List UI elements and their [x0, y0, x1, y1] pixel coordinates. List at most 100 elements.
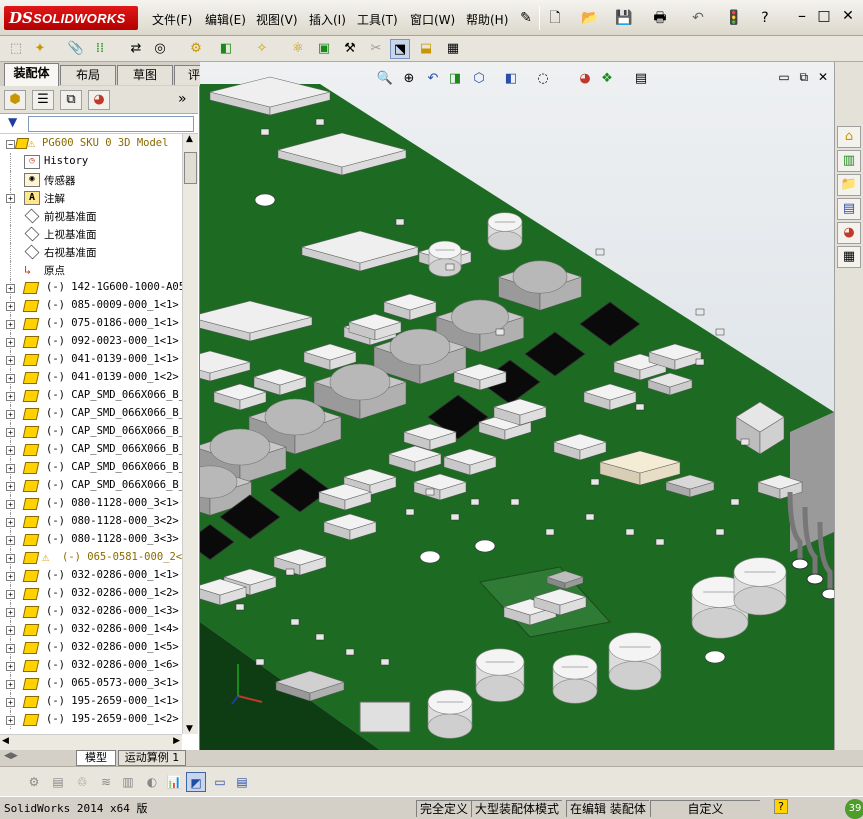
apply-scene-icon[interactable]: ❖: [598, 70, 616, 88]
scroll-down-icon[interactable]: ▼: [186, 724, 193, 734]
units-custom-status[interactable]: 自定义: [650, 800, 760, 817]
tree-item[interactable]: + (-) 080-1128-000_3<3> (: [0, 531, 182, 549]
single-view-icon[interactable]: ▭: [210, 772, 230, 792]
tab-sketch[interactable]: 草图: [117, 65, 173, 85]
viewport-close-icon[interactable]: ✕: [818, 70, 828, 84]
interference-detection-icon[interactable]: ✂: [366, 39, 386, 59]
tree-item[interactable]: + (-) 195-2659-000_1<2> (: [0, 711, 182, 729]
exploded-view-icon[interactable]: ▣: [314, 39, 334, 59]
tab-motion-study[interactable]: 运动算例 1: [118, 750, 186, 766]
tree-item[interactable]: + (-) 032-0286-000_1<2> (: [0, 585, 182, 603]
open-folder-icon[interactable]: 📂: [580, 8, 600, 28]
tree-item[interactable]: + ⚠ (-) 065-0581-000_2<1: [0, 549, 182, 567]
view-3d-icon[interactable]: ◩: [186, 772, 206, 792]
tree-item[interactable]: + (-) CAP_SMD_066X066_B_6: [0, 423, 182, 441]
tree-vertical-scrollbar[interactable]: ▲ ▼: [182, 134, 198, 734]
tree-item[interactable]: ◉ 传感器: [0, 171, 182, 189]
tree-item[interactable]: ◷ History: [0, 153, 182, 171]
property-manager-icon[interactable]: ☰: [32, 90, 54, 110]
results-plot-icon[interactable]: ◐: [142, 772, 162, 792]
tree-item[interactable]: + (-) 032-0286-000_1<5> (: [0, 639, 182, 657]
tree-item[interactable]: + (-) 032-0286-000_1<4> (: [0, 621, 182, 639]
insert-component-icon[interactable]: ⬚: [6, 39, 26, 59]
tree-root-assembly[interactable]: − ⚠ PG600 SKU 0 3D Model: [0, 135, 182, 153]
expand-icon[interactable]: +: [6, 446, 15, 455]
expand-icon[interactable]: +: [6, 302, 15, 311]
expand-icon[interactable]: +: [6, 662, 15, 671]
chart-icon[interactable]: 📊: [164, 772, 184, 792]
assembly-features-icon[interactable]: ⚙: [186, 39, 206, 59]
collapse-icon[interactable]: −: [6, 140, 15, 149]
move-component-icon[interactable]: ⇄: [126, 39, 146, 59]
print-icon[interactable]: 🖶: [650, 8, 670, 28]
rebuild-traffic-light-icon[interactable]: 🚦: [724, 8, 744, 28]
configuration-manager-icon[interactable]: ⧉: [60, 90, 82, 110]
tree-item[interactable]: + (-) 092-0023-000_1<1> (: [0, 333, 182, 351]
help-question-icon[interactable]: ?: [755, 8, 775, 28]
expand-icon[interactable]: +: [6, 644, 15, 653]
tree-item[interactable]: + (-) 041-0139-000_1<2> (: [0, 369, 182, 387]
edit-appearance-icon[interactable]: ◕: [576, 70, 594, 88]
tree-item[interactable]: + (-) 195-2659-000_1<1> (: [0, 693, 182, 711]
new-motion-study-icon[interactable]: ✧: [252, 39, 272, 59]
menu-tools[interactable]: 工具(T): [357, 11, 398, 28]
view-palette-icon[interactable]: ▤: [837, 198, 861, 220]
new-document-icon[interactable]: 🗋: [545, 8, 565, 28]
motion-study-calc-icon[interactable]: ⚙: [24, 772, 44, 792]
view-settings-icon[interactable]: ▤: [632, 70, 650, 88]
tree-item[interactable]: + (-) CAP_SMD_066X066_B_6: [0, 405, 182, 423]
tree-item[interactable]: + A 注解: [0, 189, 182, 207]
display-manager-icon[interactable]: ◕: [88, 90, 110, 110]
solidworks-logo[interactable]: DS SOLIDWORKS: [4, 6, 138, 30]
expand-icon[interactable]: +: [6, 680, 15, 689]
tab-layout[interactable]: 布局: [60, 65, 116, 85]
tree-item[interactable]: 上视基准面: [0, 225, 182, 243]
tree-item[interactable]: + (-) 080-1128-000_3<1> (: [0, 495, 182, 513]
bill-of-materials-icon[interactable]: ⚛: [288, 39, 308, 59]
tab-scroll-left-icon[interactable]: ◀▶: [4, 751, 18, 761]
expand-icon[interactable]: +: [6, 464, 15, 473]
expand-panel-icon[interactable]: »: [178, 91, 187, 107]
filter-icon[interactable]: ▼: [8, 115, 17, 129]
tree-item[interactable]: + (-) CAP_SMD_066X066_B_6: [0, 387, 182, 405]
expand-icon[interactable]: +: [6, 536, 15, 545]
play-icon[interactable]: ▤: [48, 772, 68, 792]
explode-line-sketch-icon[interactable]: ⚒: [340, 39, 360, 59]
reference-geometry-icon[interactable]: ◧: [216, 39, 236, 59]
display-style-icon[interactable]: ◧: [502, 70, 520, 88]
mate-icon[interactable]: 📎: [66, 39, 86, 59]
linear-pattern-icon[interactable]: ⁞⁞: [90, 39, 110, 59]
pcb-3d-model[interactable]: [200, 62, 834, 750]
autokey-icon[interactable]: ≋: [96, 772, 116, 792]
expand-icon[interactable]: +: [6, 374, 15, 383]
menu-window[interactable]: 窗口(W): [410, 11, 455, 28]
expand-icon[interactable]: +: [6, 590, 15, 599]
tree-item[interactable]: + (-) 142-1G600-1000-A05<: [0, 279, 182, 297]
menu-edit[interactable]: 编辑(E): [205, 11, 246, 28]
viewport-minimize-icon[interactable]: ▭: [778, 70, 789, 84]
expand-icon[interactable]: +: [6, 284, 15, 293]
take-snapshot-icon[interactable]: ▦: [443, 39, 463, 59]
menu-help[interactable]: 帮助(H): [466, 11, 508, 28]
split-view-icon[interactable]: ▤: [232, 772, 252, 792]
feature-manager-tree-icon[interactable]: ⬢: [4, 90, 26, 110]
show-hidden-icon[interactable]: ◎: [150, 39, 170, 59]
speedpak-icon[interactable]: ⬓: [416, 39, 436, 59]
tree-item[interactable]: + (-) 041-0139-000_1<1> (: [0, 351, 182, 369]
expand-icon[interactable]: +: [6, 356, 15, 365]
tab-model[interactable]: 模型: [76, 750, 116, 766]
scroll-left-icon[interactable]: ◀: [2, 736, 9, 746]
tree-item[interactable]: + (-) CAP_SMD_066X066_B_6: [0, 459, 182, 477]
expand-icon[interactable]: +: [6, 428, 15, 437]
tree-item[interactable]: 前视基准面: [0, 207, 182, 225]
menu-insert[interactable]: 插入(I): [309, 11, 346, 28]
expand-icon[interactable]: +: [6, 194, 15, 203]
scroll-thumb[interactable]: [184, 152, 197, 184]
view-orientation-icon[interactable]: ⬡: [470, 70, 488, 88]
tree-horizontal-scrollbar[interactable]: ◀ ▶: [0, 734, 182, 750]
tab-assembly[interactable]: 装配体: [4, 63, 59, 86]
tree-item[interactable]: + (-) 032-0286-000_1<1> (: [0, 567, 182, 585]
undo-icon[interactable]: ↶: [688, 8, 708, 28]
tree-item[interactable]: 右视基准面: [0, 243, 182, 261]
expand-icon[interactable]: +: [6, 410, 15, 419]
